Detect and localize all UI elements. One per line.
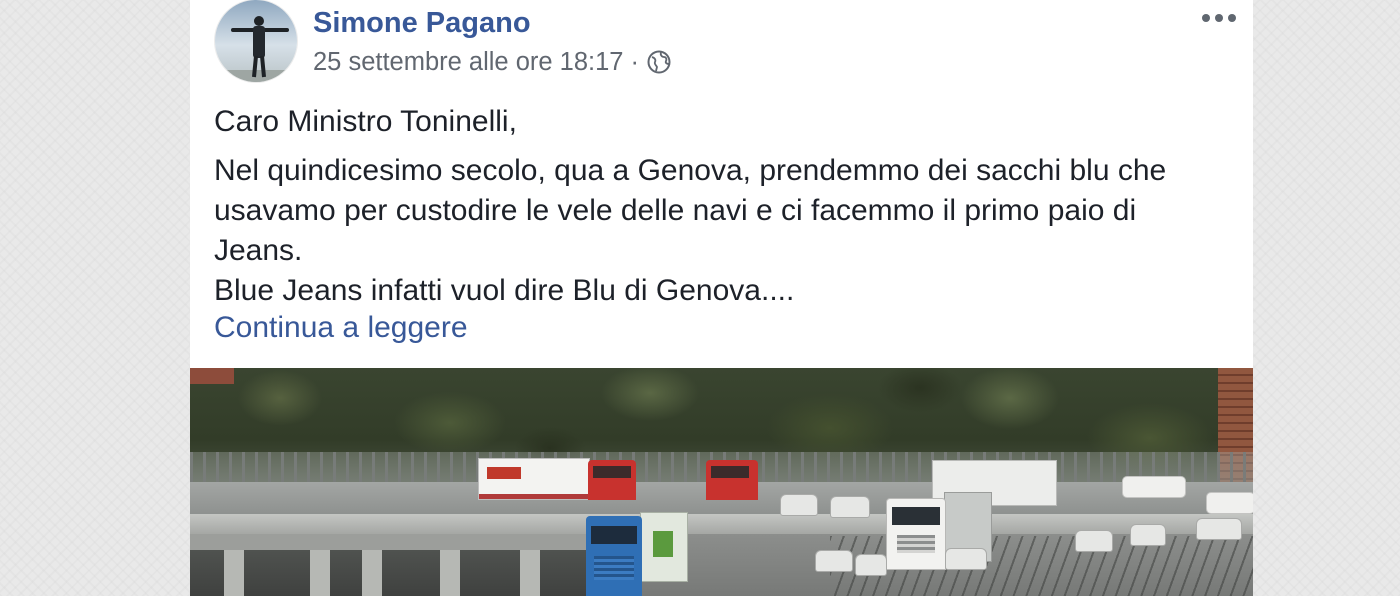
- photo-pillar: [310, 550, 330, 596]
- post-body-line: usavamo per custodire le vele delle navi…: [214, 194, 1137, 227]
- photo-car: [855, 554, 887, 576]
- see-more-link[interactable]: Continua a leggere: [214, 308, 468, 348]
- post-greeting: Caro Ministro Toninelli,: [214, 105, 517, 138]
- photo-trailer-logo: [487, 467, 521, 479]
- post-body-line: Jeans.: [214, 234, 303, 267]
- post-photo[interactable]: [190, 368, 1253, 596]
- photo-pillar: [440, 550, 460, 596]
- photo-trailer-logo: [653, 531, 673, 557]
- author-avatar[interactable]: [215, 0, 297, 82]
- photo-pillar: [224, 550, 244, 596]
- photo-windshield: [591, 526, 637, 544]
- photo-truck-cab: [588, 460, 636, 500]
- photo-roof: [190, 368, 234, 384]
- photo-grille: [897, 535, 935, 553]
- post-body: Nel quindicesimo secolo, qua a Genova, p…: [214, 151, 1166, 311]
- author-name[interactable]: Simone Pagano: [313, 6, 531, 40]
- photo-grille: [594, 556, 634, 580]
- photo-truck-cab: [706, 460, 758, 500]
- photo-trailer-stripe: [479, 494, 589, 499]
- photo-white-truck-cab: [886, 498, 946, 570]
- photo-windshield: [593, 466, 631, 478]
- photo-pillar: [520, 550, 540, 596]
- photo-pillar: [362, 550, 382, 596]
- post-body-line: Blue Jeans infatti vuol dire Blu di Geno…: [214, 274, 795, 307]
- photo-van: [1122, 476, 1186, 498]
- photo-truck-trailer: [478, 458, 590, 500]
- photo-blue-truck-cab: [586, 516, 642, 596]
- photo-car: [945, 548, 987, 570]
- photo-blue-truck-trailer: [640, 512, 688, 582]
- photo-lower-beam: [190, 534, 610, 550]
- photo-car: [830, 496, 870, 518]
- post-body-line: Nel quindicesimo secolo, qua a Genova, p…: [214, 154, 1167, 187]
- globe-icon[interactable]: [646, 49, 672, 75]
- photo-car: [815, 550, 853, 572]
- post-timestamp[interactable]: 25 settembre alle ore 18:17: [313, 46, 623, 78]
- more-options-icon[interactable]: [1198, 6, 1240, 30]
- meta-separator: ·: [630, 48, 639, 76]
- photo-car: [1196, 518, 1242, 540]
- photo-car: [1130, 524, 1166, 546]
- photo-van: [1206, 492, 1253, 514]
- avatar-photo: [215, 0, 297, 82]
- photo-car: [780, 494, 818, 516]
- post-meta: 25 settembre alle ore 18:17 ·: [313, 46, 672, 78]
- photo-windshield: [892, 507, 940, 525]
- facebook-post-card: Simone Pagano 25 settembre alle ore 18:1…: [190, 0, 1253, 596]
- photo-windshield: [711, 466, 749, 478]
- photo-car: [1075, 530, 1113, 552]
